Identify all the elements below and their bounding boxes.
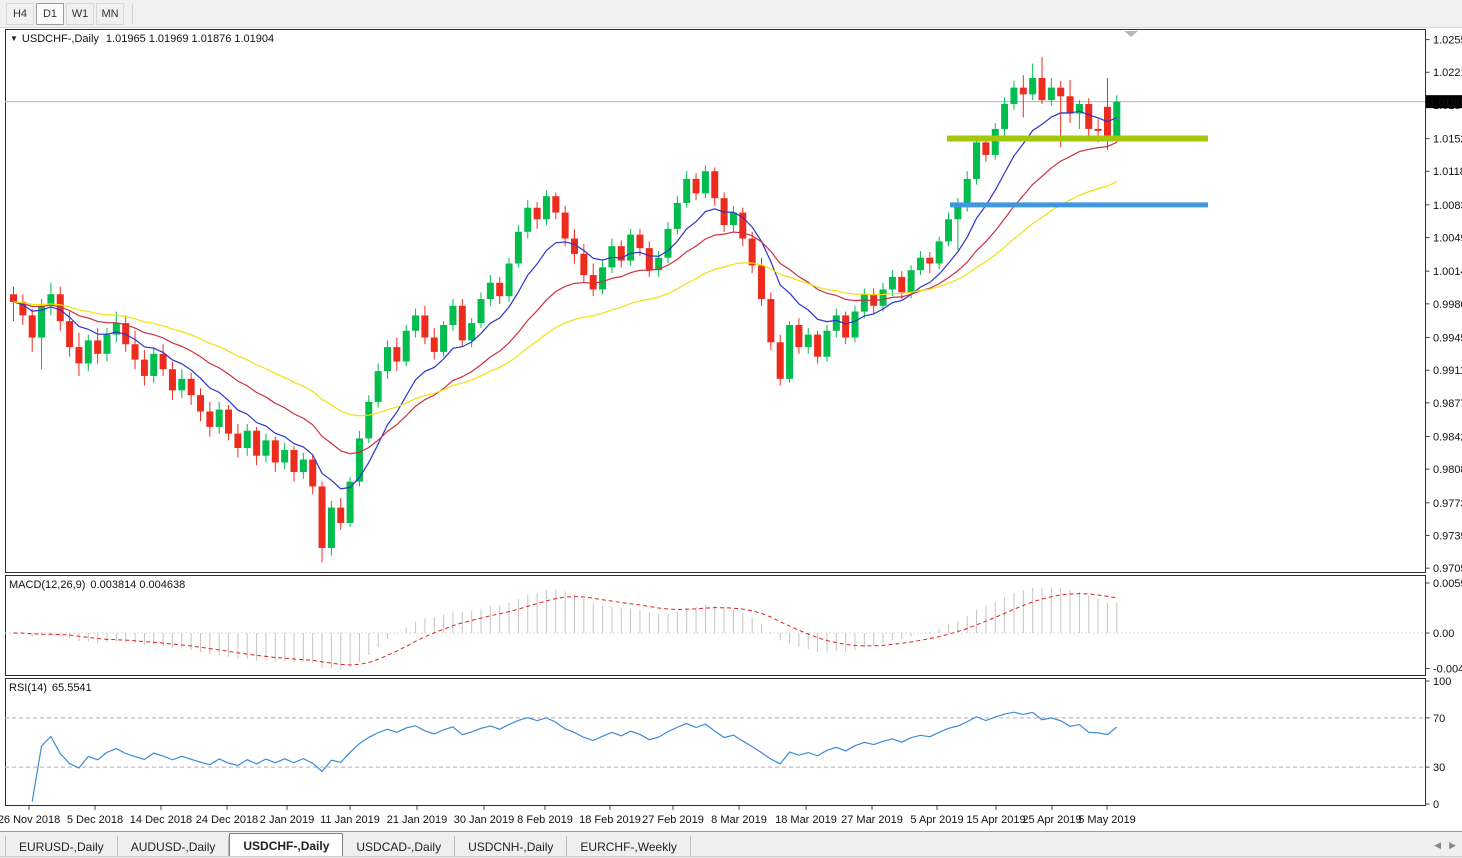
svg-text:27 Feb 2019: 27 Feb 2019 xyxy=(642,814,704,826)
svg-text:18 Mar 2019: 18 Mar 2019 xyxy=(775,814,837,826)
rsi-name: RSI(14) xyxy=(9,682,47,694)
svg-text:1.00830: 1.00830 xyxy=(1433,200,1462,212)
svg-text:100: 100 xyxy=(1433,676,1451,688)
svg-text:25 Apr 2019: 25 Apr 2019 xyxy=(1022,814,1081,826)
svg-text:1.00140: 1.00140 xyxy=(1433,266,1462,278)
svg-text:1.02210: 1.02210 xyxy=(1433,67,1462,79)
svg-text:26 Nov 2018: 26 Nov 2018 xyxy=(0,814,60,826)
timeframe-button-d1[interactable]: D1 xyxy=(36,2,64,25)
svg-text:5 Dec 2018: 5 Dec 2018 xyxy=(67,814,123,826)
macd-axis: 0.00597 0.00 -0.004243 xyxy=(1425,578,1462,675)
price-panel[interactable] xyxy=(5,29,1426,573)
svg-text:0.00: 0.00 xyxy=(1433,628,1454,640)
svg-text:0.99450: 0.99450 xyxy=(1433,333,1462,345)
svg-text:0: 0 xyxy=(1433,799,1439,811)
date-axis[interactable]: 26 Nov 2018 5 Dec 2018 14 Dec 2018 24 Dec 2… xyxy=(0,806,1136,826)
rsi-indicator-label: RSI(14) 65.5541 xyxy=(9,682,92,694)
tab-eurchf-weekly[interactable]: EURCHF-,Weekly xyxy=(567,836,691,857)
rsi-axis: 100 70 30 0 xyxy=(1425,676,1451,811)
tab-usdchf-daily[interactable]: USDCHF-,Daily xyxy=(229,833,344,858)
macd-panel[interactable] xyxy=(5,575,1426,676)
price-axis: 1.025501.022101.018701.015201.011801.008… xyxy=(1425,35,1462,575)
svg-text:21 Jan 2019: 21 Jan 2019 xyxy=(387,814,448,826)
macd-indicator-label: MACD(12,26,9) 0.003814 0.004638 xyxy=(9,579,185,591)
svg-text:8 Mar 2019: 8 Mar 2019 xyxy=(711,814,767,826)
tab-audusd-daily[interactable]: AUDUSD-,Daily xyxy=(118,836,230,857)
trading-terminal-window: H4D1W1MN 1.025501.022101.018701.015201.0… xyxy=(0,0,1462,858)
macd-name: MACD(12,26,9) xyxy=(9,579,86,591)
tab-usdcad-daily[interactable]: USDCAD-,Daily xyxy=(343,836,456,857)
svg-text:27 Mar 2019: 27 Mar 2019 xyxy=(841,814,903,826)
svg-text:2 Jan 2019: 2 Jan 2019 xyxy=(260,814,314,826)
chart-canvas[interactable]: 1.025501.022101.018701.015201.011801.008… xyxy=(0,0,1462,858)
svg-text:8 Feb 2019: 8 Feb 2019 xyxy=(517,814,573,826)
symbol-name: USDCHF-,Daily xyxy=(21,33,99,45)
timeframe-button-h4[interactable]: H4 xyxy=(6,2,34,25)
svg-text:5 Apr 2019: 5 Apr 2019 xyxy=(910,814,963,826)
svg-text:0.98420: 0.98420 xyxy=(1433,431,1462,443)
symbol-info-label: ▼ USDCHF-,Daily 1.01965 1.01969 1.01876 1.… xyxy=(10,33,274,45)
macd-values: 0.003814 0.004638 xyxy=(90,579,186,591)
svg-text:11 Jan 2019: 11 Jan 2019 xyxy=(320,814,380,826)
symbol-tabs: EURUSD-,Daily AUDUSD-,Daily USDCHF-,Daily U… xyxy=(0,832,691,858)
svg-text:0.99110: 0.99110 xyxy=(1433,365,1462,377)
svg-text:18 Feb 2019: 18 Feb 2019 xyxy=(579,814,641,826)
rsi-panel[interactable] xyxy=(5,678,1426,806)
svg-text:0.98080: 0.98080 xyxy=(1433,464,1462,476)
svg-text:30: 30 xyxy=(1433,762,1445,774)
svg-text:1.00490: 1.00490 xyxy=(1433,233,1462,245)
tab-scroll-right-icon[interactable]: ▶ xyxy=(1449,840,1456,851)
svg-text:70: 70 xyxy=(1433,713,1445,725)
svg-text:1.01520: 1.01520 xyxy=(1433,134,1462,146)
svg-text:30 Jan 2019: 30 Jan 2019 xyxy=(454,814,515,826)
svg-text:1.02550: 1.02550 xyxy=(1433,35,1462,47)
symbol-ohlc-values: 1.01965 1.01969 1.01876 1.01904 xyxy=(105,33,275,45)
svg-text:0.97730: 0.97730 xyxy=(1433,498,1462,510)
price-badge-value: 1.01904 xyxy=(1429,97,1462,109)
timeframe-button-group: H4 D1 W1 MN xyxy=(6,2,126,25)
symbol-tab-bar: EURUSD-,Daily AUDUSD-,Daily USDCHF-,Daily U… xyxy=(0,831,1462,858)
svg-text:-0.004243: -0.004243 xyxy=(1433,663,1462,675)
svg-text:15 Apr 2019: 15 Apr 2019 xyxy=(966,814,1025,826)
timeframe-button-w1[interactable]: W1 xyxy=(66,2,94,25)
svg-text:1.01180: 1.01180 xyxy=(1433,166,1462,178)
svg-text:24 Dec 2018: 24 Dec 2018 xyxy=(196,814,258,826)
tab-scroll-buttons: ◀ ▶ xyxy=(1434,840,1456,851)
timeframe-button-mn[interactable]: MN xyxy=(96,2,124,25)
tab-scroll-left-icon[interactable]: ◀ xyxy=(1434,840,1441,851)
svg-text:0.99800: 0.99800 xyxy=(1433,299,1462,311)
rsi-value: 65.5541 xyxy=(51,682,92,694)
tab-eurusd-daily[interactable]: EURUSD-,Daily xyxy=(5,836,118,857)
svg-text:5 May 2019: 5 May 2019 xyxy=(1078,814,1135,826)
symbol-dropdown-icon[interactable]: ▼ xyxy=(10,34,18,43)
svg-text:0.97050: 0.97050 xyxy=(1433,563,1462,575)
svg-text:0.00597: 0.00597 xyxy=(1433,578,1462,590)
svg-text:14 Dec 2018: 14 Dec 2018 xyxy=(130,814,192,826)
tab-usdcnh-daily[interactable]: USDCNH-,Daily xyxy=(455,836,568,857)
svg-text:0.97390: 0.97390 xyxy=(1433,530,1462,542)
timeframe-toolbar: H4 D1 W1 MN xyxy=(0,0,1462,28)
svg-text:0.98770: 0.98770 xyxy=(1433,398,1462,410)
toolbar-separator xyxy=(132,3,133,24)
